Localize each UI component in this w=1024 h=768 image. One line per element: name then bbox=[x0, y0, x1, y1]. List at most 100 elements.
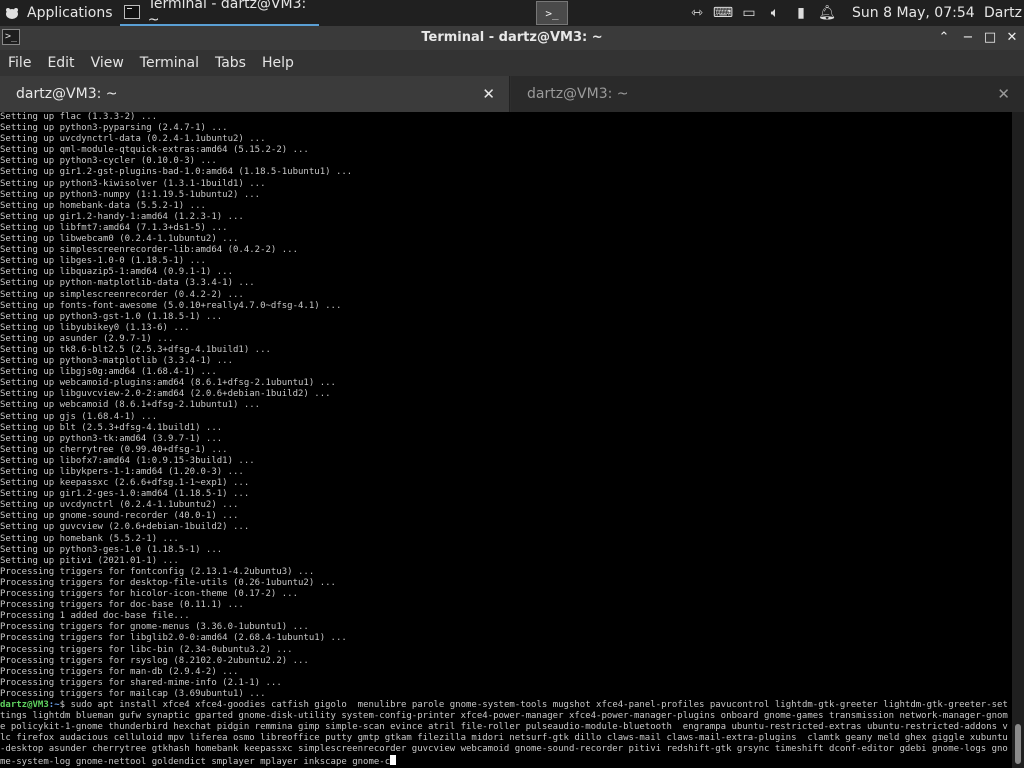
menu-terminal[interactable]: Terminal bbox=[132, 55, 207, 71]
applications-label: Applications bbox=[27, 5, 113, 21]
terminal-output-line: Setting up python3-cycler (0.10.0-3) ... bbox=[0, 156, 217, 167]
terminal-output-line: Processing triggers for shared-mime-info… bbox=[0, 677, 282, 688]
terminal-output-line: Processing triggers for rsyslog (8.2102.… bbox=[0, 655, 309, 666]
menu-help[interactable]: Help bbox=[254, 55, 302, 71]
top-panel: Applications Terminal - dartz@VM3: ~ >_ … bbox=[0, 0, 1024, 28]
terminal-output-line: Setting up gir1.2-handy-1:amd64 (1.2.3-1… bbox=[0, 211, 244, 222]
tab-terminal-2[interactable]: dartz@VM3: ~ ✕ bbox=[511, 76, 1024, 112]
text-cursor bbox=[390, 755, 397, 766]
scrollbar-thumb[interactable] bbox=[1015, 724, 1021, 764]
tab-terminal-1[interactable]: dartz@VM3: ~ ✕ bbox=[0, 76, 510, 112]
terminal-output-line: Setting up homebank-data (5.5.2-1) ... bbox=[0, 200, 206, 211]
terminal-output-line: Setting up libykpers-1-1:amd64 (1.20.0-3… bbox=[0, 467, 244, 477]
terminal-output-line: Setting up gjs (1.68.4-1) ... bbox=[0, 411, 158, 422]
terminal-output-line: Setting up gir1.2-gst-plugins-bad-1.0:am… bbox=[0, 167, 353, 178]
terminal-output[interactable]: Setting up flac (1.3.3-2) ... Setting up … bbox=[0, 112, 1012, 768]
terminal-output-line: Processing triggers for fontconfig (2.13… bbox=[0, 566, 315, 577]
terminal-output-line: Processing triggers for doc-base (0.11.1… bbox=[0, 600, 244, 611]
terminal-output-line: Setting up python3-tk:amd64 (3.9.7-1) ..… bbox=[0, 433, 223, 444]
close-window-button[interactable]: ✕ bbox=[1001, 26, 1023, 50]
terminal-output-line: Setting up flac (1.3.3-2) ... bbox=[0, 112, 158, 122]
terminal-output-line: Setting up homebank (5.5.2-1) ... bbox=[0, 533, 179, 544]
command-text: sudo apt install xfce4 xfce4-goodies cat… bbox=[0, 699, 1008, 768]
terminal-launcher-icon: >_ bbox=[545, 6, 559, 20]
terminal-output-line: Setting up python3-ges-1.0 (1.18.5-1) ..… bbox=[0, 544, 223, 555]
terminal-output-line: Setting up python-matplotlib-data (3.3.4… bbox=[0, 278, 255, 289]
terminal-output-line: Setting up blt (2.5.3+dfsg-4.1build1) ..… bbox=[0, 422, 223, 433]
notification-bell-icon[interactable]: 🔔︎ bbox=[814, 5, 840, 21]
close-tab-icon[interactable]: ✕ bbox=[997, 76, 1010, 112]
terminal-output-line: Setting up gnome-sound-recorder (40.0-1)… bbox=[0, 511, 239, 522]
terminal-output-line: Setting up python3-gst-1.0 (1.18.5-1) ..… bbox=[0, 311, 223, 322]
terminal-prompt-line[interactable]: dartz@VM3:~$ sudo apt install xfce4 xfce… bbox=[0, 700, 1012, 768]
display-icon[interactable]: ▭ bbox=[736, 5, 762, 21]
tab-bar: dartz@VM3: ~ ✕ dartz@VM3: ~ ✕ bbox=[0, 76, 1024, 112]
applications-menu[interactable]: Applications bbox=[4, 0, 113, 26]
network-icon[interactable]: ⇿ bbox=[684, 5, 710, 21]
menu-view[interactable]: View bbox=[83, 55, 132, 71]
terminal-output-line: Processing triggers for libc-bin (2.34-0… bbox=[0, 644, 293, 655]
terminal-output-line: Setting up python3-kiwisolver (1.3.1-1bu… bbox=[0, 178, 266, 189]
terminal-output-line: Setting up python3-matplotlib (3.3.4-1) … bbox=[0, 356, 233, 367]
terminal-output-line: Setting up gir1.2-ges-1.0:amd64 (1.18.5-… bbox=[0, 489, 250, 500]
terminal-output-line: Setting up fonts-font-awesome (5.0.10+re… bbox=[0, 300, 342, 311]
terminal-output-line: Setting up webcamoid-plugins:amd64 (8.6.… bbox=[0, 378, 336, 389]
terminal-output-line: Setting up asunder (2.9.7-1) ... bbox=[0, 333, 174, 344]
terminal-output-line: Setting up libquazip5-1:amd64 (0.9.1-1) … bbox=[0, 267, 233, 278]
terminal-output-line: Setting up libofx7:amd64 (1:0.9.15-3buil… bbox=[0, 455, 255, 466]
terminal-icon bbox=[124, 5, 140, 19]
terminal-output-line: Setting up keepassxc (2.6.6+dfsg.1-1~exp… bbox=[0, 478, 250, 489]
xfce-mouse-icon bbox=[6, 8, 18, 19]
prompt-user: dartz@VM3 bbox=[0, 699, 49, 710]
terminal-output-line: Setting up libfmt7:amd64 (7.1.3+ds1-5) .… bbox=[0, 222, 228, 233]
keyboard-icon[interactable]: ⌨ bbox=[710, 5, 736, 21]
terminal-output-line: Processing triggers for mailcap (3.69ubu… bbox=[0, 688, 266, 699]
prompt-symbol: $ bbox=[59, 699, 71, 710]
terminal-lines: Setting up flac (1.3.3-2) ... Setting up … bbox=[0, 112, 1012, 700]
terminal-output-line: Processing triggers for libglib2.0-0:amd… bbox=[0, 633, 347, 644]
window-title: Terminal - dartz@VM3: ~ bbox=[421, 30, 603, 45]
terminal-output-line: Processing triggers for hicolor-icon-the… bbox=[0, 589, 299, 600]
terminal-output-line: Processing 1 added doc-base file... bbox=[0, 611, 190, 622]
user-menu[interactable]: Dartz bbox=[984, 0, 1022, 26]
maximize-button[interactable]: □ bbox=[979, 26, 1001, 50]
terminal-output-line: Setting up libguvcview-2.0-2:amd64 (2.0.… bbox=[0, 389, 331, 400]
minimize-button[interactable]: − bbox=[957, 26, 979, 50]
terminal-output-line: Setting up python3-pyparsing (2.4.7-1) .… bbox=[0, 123, 228, 134]
terminal-output-line: Setting up uvcdynctrl (0.2.4-1.1ubuntu2)… bbox=[0, 500, 239, 511]
terminal-output-line: Setting up guvcview (2.0.6+debian-1build… bbox=[0, 522, 250, 533]
terminal-output-line: Setting up qml-module-qtquick-extras:amd… bbox=[0, 145, 309, 156]
terminal-output-line: Processing triggers for gnome-menus (3.3… bbox=[0, 622, 309, 633]
taskbar-item-label: Terminal - dartz@VM3: ~ bbox=[147, 0, 307, 28]
battery-icon[interactable]: ▮ bbox=[788, 5, 814, 21]
tab-label: dartz@VM3: ~ bbox=[527, 86, 629, 102]
menu-file[interactable]: File bbox=[0, 55, 39, 71]
terminal-output-line: Setting up libges-1.0-0 (1.18.5-1) ... bbox=[0, 256, 206, 267]
terminal-launcher-button[interactable]: >_ bbox=[536, 1, 568, 25]
terminal-output-line: Setting up libwebcam0 (0.2.4-1.1ubuntu2)… bbox=[0, 234, 239, 245]
taskbar-item-terminal[interactable]: Terminal - dartz@VM3: ~ bbox=[120, 0, 319, 28]
terminal-output-line: Setting up libyubikey0 (1.13-6) ... bbox=[0, 322, 190, 333]
shade-button[interactable]: ⌃ bbox=[933, 26, 955, 50]
terminal-output-line: Setting up pitivi (2021.01-1) ... bbox=[0, 555, 179, 566]
system-tray: ⇿ ⌨ ▭ 🔈︎ ▮ 🔔︎ bbox=[684, 0, 840, 26]
terminal-output-line: Setting up python3-numpy (1:1.19.5-1ubun… bbox=[0, 189, 261, 200]
clock[interactable]: Sun 8 May, 07:54 bbox=[852, 0, 975, 26]
menu-bar: File Edit View Terminal Tabs Help bbox=[0, 50, 1024, 76]
volume-icon[interactable]: 🔈︎ bbox=[762, 5, 788, 21]
terminal-output-line: Setting up libgjs0g:amd64 (1.68.4-1) ... bbox=[0, 367, 217, 378]
window-titlebar[interactable]: >_ Terminal - dartz@VM3: ~ ⌃ − □ ✕ bbox=[0, 26, 1024, 50]
tab-label: dartz@VM3: ~ bbox=[16, 86, 118, 102]
terminal-output-line: Processing triggers for desktop-file-uti… bbox=[0, 577, 336, 588]
terminal-output-line: Setting up webcamoid (8.6.1+dfsg-2.1ubun… bbox=[0, 400, 261, 411]
terminal-output-line: Setting up simplescreenrecorder-lib:amd6… bbox=[0, 245, 299, 256]
terminal-output-line: Setting up cherrytree (0.99.40+dfsg-1) .… bbox=[0, 444, 228, 455]
terminal-output-line: Setting up tk8.6-blt2.5 (2.5.3+dfsg-4.1b… bbox=[0, 344, 271, 355]
close-tab-icon[interactable]: ✕ bbox=[482, 76, 495, 112]
menu-tabs[interactable]: Tabs bbox=[207, 55, 254, 71]
menu-edit[interactable]: Edit bbox=[39, 55, 82, 71]
prompt-path: :~ bbox=[48, 699, 60, 710]
terminal-scrollbar[interactable] bbox=[1012, 112, 1024, 768]
terminal-output-line: Setting up simplescreenrecorder (0.4.2-2… bbox=[0, 289, 244, 300]
terminal-output-line: Setting up uvcdynctrl-data (0.2.4-1.1ubu… bbox=[0, 134, 266, 145]
